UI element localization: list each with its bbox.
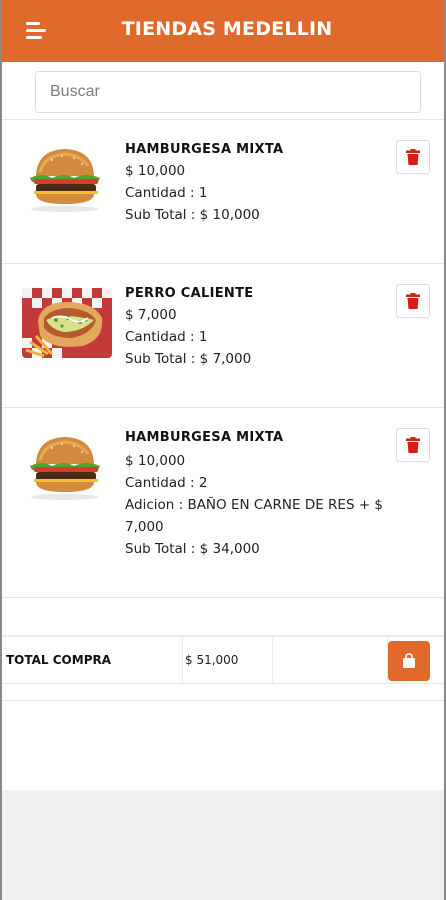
item-quantity: Cantidad : 2 [125, 475, 208, 491]
item-price: $ 10,000 [125, 163, 186, 179]
total-label: TOTAL COMPRA [2, 637, 183, 683]
total-empty-cell [273, 637, 388, 683]
trash-icon [406, 149, 420, 165]
total-row: TOTAL COMPRA $ 51,000 [2, 636, 444, 684]
item-name: HAMBURGESA MIXTA [125, 142, 284, 157]
app-header: TIENDAS MEDELLIN [2, 0, 444, 62]
item-addition: Adicion : BAÑO EN CARNE DE RES + $ 7,000 [125, 497, 384, 535]
shopping-bag-icon [403, 653, 415, 668]
delete-item-button[interactable] [396, 140, 430, 174]
item-subtotal: Sub Total : $ 34,000 [125, 541, 260, 557]
search-bar [2, 62, 444, 120]
trash-icon [406, 437, 420, 453]
app-frame: TIENDAS MEDELLIN HAMBURGESA MIXTA $ 10,0… [0, 0, 446, 900]
delete-item-button[interactable] [396, 428, 430, 462]
item-quantity: Cantidad : 1 [125, 185, 208, 201]
cart-item: HAMBURGESA MIXTA $ 10,000 Cantidad : 1 S… [2, 120, 444, 264]
burger-image [22, 144, 112, 214]
checkout-button[interactable] [388, 641, 430, 681]
item-name: HAMBURGESA MIXTA [125, 430, 284, 445]
item-price: $ 7,000 [125, 307, 177, 323]
search-input[interactable] [35, 71, 421, 113]
trash-icon [406, 293, 420, 309]
list-spacer [2, 598, 444, 636]
bottom-area [2, 790, 444, 900]
item-price: $ 10,000 [125, 453, 186, 469]
burger-image [22, 432, 112, 502]
delete-item-button[interactable] [396, 284, 430, 318]
total-value: $ 51,000 [183, 637, 273, 683]
page-title: TIENDAS MEDELLIN [121, 18, 333, 40]
hotdog-image [22, 288, 112, 358]
item-subtotal: Sub Total : $ 10,000 [125, 207, 260, 223]
item-quantity: Cantidad : 1 [125, 329, 208, 345]
divider [2, 700, 444, 701]
cart-item: PERRO CALIENTE $ 7,000 Cantidad : 1 Sub … [2, 264, 444, 408]
item-subtotal: Sub Total : $ 7,000 [125, 351, 252, 367]
cart-item: HAMBURGESA MIXTA $ 10,000 Cantidad : 2 A… [2, 408, 444, 598]
item-name: PERRO CALIENTE [125, 286, 254, 301]
